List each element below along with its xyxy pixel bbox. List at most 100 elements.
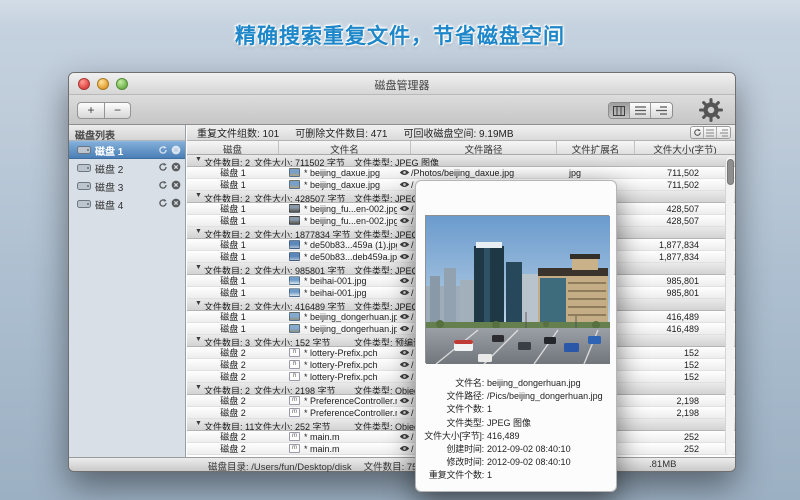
preview-field-label: 重复文件个数: xyxy=(420,469,484,482)
quicklook-eye-icon[interactable] xyxy=(397,361,411,368)
filename-cell: * beihai-001.jpg xyxy=(279,288,397,298)
rescan-disk-icon[interactable] xyxy=(158,145,168,155)
disk-cell: 磁盘 2 xyxy=(187,431,279,443)
group-file-size: 文件大小: 1877834 字节 xyxy=(254,228,351,239)
disk-icon xyxy=(77,181,91,191)
scrollbar-thumb[interactable] xyxy=(727,159,734,185)
list-view-icon xyxy=(635,106,646,115)
disk-cell: 磁盘 2 xyxy=(187,359,279,371)
quicklook-eye-icon[interactable] xyxy=(397,313,411,320)
disk-cell: 磁盘 2 xyxy=(187,395,279,407)
column-header-filepath[interactable]: 文件路径 xyxy=(411,141,557,154)
filesize-cell: 416,489 xyxy=(635,312,735,322)
quicklook-eye-icon[interactable] xyxy=(397,433,411,440)
desktop: 精确搜索重复文件，节省磁盘空间 磁盘管理器 + − xyxy=(0,0,800,500)
disk-cell: 磁盘 1 xyxy=(187,287,279,299)
group-file-count: 文件数目: 2 xyxy=(204,264,250,275)
remove-disk-icon[interactable] xyxy=(171,162,181,172)
preview-field-label: 文件类型: xyxy=(420,417,484,430)
status-left: 磁盘目录: /Users/fun/Desktop/disk 文件数目: 75 文 xyxy=(208,459,439,473)
sidebar-item-disk-1[interactable]: 磁盘 1 xyxy=(69,141,185,159)
view-list-segment[interactable] xyxy=(630,103,651,118)
preview-field-value: 1 xyxy=(484,403,492,416)
sidebar-item-disk-4[interactable]: 磁盘 4 xyxy=(69,195,185,213)
rescan-disk-icon[interactable] xyxy=(158,162,168,172)
sidebar-item-disk-2[interactable]: 磁盘 2 xyxy=(69,159,185,177)
remove-disk-icon[interactable] xyxy=(171,198,181,208)
filename-cell: h * lottery-Prefix.pch xyxy=(279,360,397,370)
preview-field: 重复文件个数: 1 xyxy=(420,469,612,482)
group-file-count: 文件数目: 2 xyxy=(204,300,250,311)
disclosure-triangle-icon[interactable]: ▼ xyxy=(195,264,202,271)
disk-cell: 磁盘 2 xyxy=(187,347,279,359)
group-file-size: 文件大小: 252 字节 xyxy=(254,420,331,431)
quicklook-eye-icon[interactable] xyxy=(397,253,411,260)
filesize-cell: 416,489 xyxy=(635,324,735,334)
column-header-disk[interactable]: 磁盘 xyxy=(187,141,279,154)
filename-cell: * beijing_fu...en-002.jpg xyxy=(279,216,397,226)
quicklook-eye-icon[interactable] xyxy=(397,205,411,212)
quicklook-eye-icon[interactable] xyxy=(397,397,411,404)
group-row[interactable]: ▼ 文件数目: 2 文件大小: 711502 字节 文件类型: JPEG 图像 xyxy=(187,155,735,167)
quicklook-eye-icon[interactable] xyxy=(397,217,411,224)
quicklook-eye-icon[interactable] xyxy=(397,325,411,332)
group-file-count: 文件数目: 11 xyxy=(204,420,254,431)
disclosure-triangle-icon[interactable]: ▼ xyxy=(195,384,202,391)
settings-gear-button[interactable] xyxy=(698,97,724,123)
vertical-scrollbar[interactable] xyxy=(725,157,734,455)
disk-icon xyxy=(77,199,91,209)
filename-cell: m * main.m xyxy=(279,432,397,442)
quicklook-eye-icon[interactable] xyxy=(397,373,411,380)
remove-disk-icon[interactable] xyxy=(171,145,181,155)
disclosure-triangle-icon[interactable]: ▼ xyxy=(195,228,202,235)
quicklook-eye-icon[interactable] xyxy=(397,445,411,452)
disk-cell: 磁盘 1 xyxy=(187,251,279,263)
preview-field-label: 文件个数: xyxy=(420,403,484,416)
titlebar[interactable]: 磁盘管理器 xyxy=(69,73,735,95)
disclosure-triangle-icon[interactable]: ▼ xyxy=(195,192,202,199)
sidebar-item-disk-3[interactable]: 磁盘 3 xyxy=(69,177,185,195)
preview-field-label: 文件路径: xyxy=(420,390,484,403)
table-row[interactable]: 磁盘 1 * beijing_daxue.jpg /Photos/beijing… xyxy=(187,167,735,179)
quicklook-eye-icon[interactable] xyxy=(397,349,411,356)
preview-fields: 文件名: beijing_dongerhuan.jpg 文件路径: /Pics/… xyxy=(420,377,612,483)
table-header: 磁盘 文件名 文件路径 文件扩展名 文件大小(字节) xyxy=(187,141,735,155)
column-header-extension[interactable]: 文件扩展名 xyxy=(557,141,635,154)
filesize-cell: 428,507 xyxy=(635,216,735,226)
sidebar: 磁盘列表 磁盘 1 磁盘 2 磁盘 3 xyxy=(69,125,186,457)
column-header-filename[interactable]: 文件名 xyxy=(279,141,411,154)
filename-cell: * beijing_dongerhuan.jpg xyxy=(279,324,397,334)
preview-field: 文件名: beijing_dongerhuan.jpg xyxy=(420,377,612,390)
disk-icon xyxy=(77,163,91,173)
file-thumbnail-icon xyxy=(289,324,300,333)
remove-disk-icon[interactable] xyxy=(171,180,181,190)
disclosure-triangle-icon[interactable]: ▼ xyxy=(195,156,202,163)
view-columns-segment[interactable] xyxy=(609,103,630,118)
quicklook-eye-icon[interactable] xyxy=(397,409,411,416)
extension-cell: jpg xyxy=(557,168,635,178)
quicklook-eye-icon[interactable] xyxy=(397,169,411,176)
quicklook-eye-icon[interactable] xyxy=(397,241,411,248)
view-list-indent-segment[interactable] xyxy=(651,103,672,118)
disclosure-triangle-icon[interactable]: ▼ xyxy=(195,420,202,427)
content-area: 磁盘列表 磁盘 1 磁盘 2 磁盘 3 xyxy=(69,125,735,457)
disclosure-triangle-icon[interactable]: ▼ xyxy=(195,300,202,307)
disk-cell: 磁盘 1 xyxy=(187,311,279,323)
filesize-cell: 428,507 xyxy=(635,204,735,214)
refresh-results-button[interactable] xyxy=(691,127,704,138)
remove-disk-button[interactable]: − xyxy=(104,102,131,119)
disclosure-triangle-icon[interactable]: ▼ xyxy=(195,336,202,343)
quicklook-eye-icon[interactable] xyxy=(397,277,411,284)
quicklook-eye-icon[interactable] xyxy=(397,289,411,296)
rescan-disk-icon[interactable] xyxy=(158,180,168,190)
rescan-disk-icon[interactable] xyxy=(158,198,168,208)
disk-cell: 磁盘 1 xyxy=(187,239,279,251)
column-header-filesize[interactable]: 文件大小(字节) xyxy=(635,141,735,154)
expand-all-button[interactable] xyxy=(704,127,717,138)
group-file-count: 文件数目: 3 xyxy=(204,336,250,347)
sidebar-item-label: 磁盘 3 xyxy=(95,179,123,194)
file-thumbnail-icon xyxy=(289,288,300,297)
quicklook-eye-icon[interactable] xyxy=(397,181,411,188)
add-disk-button[interactable]: + xyxy=(77,102,104,119)
collapse-all-button[interactable] xyxy=(717,127,730,138)
